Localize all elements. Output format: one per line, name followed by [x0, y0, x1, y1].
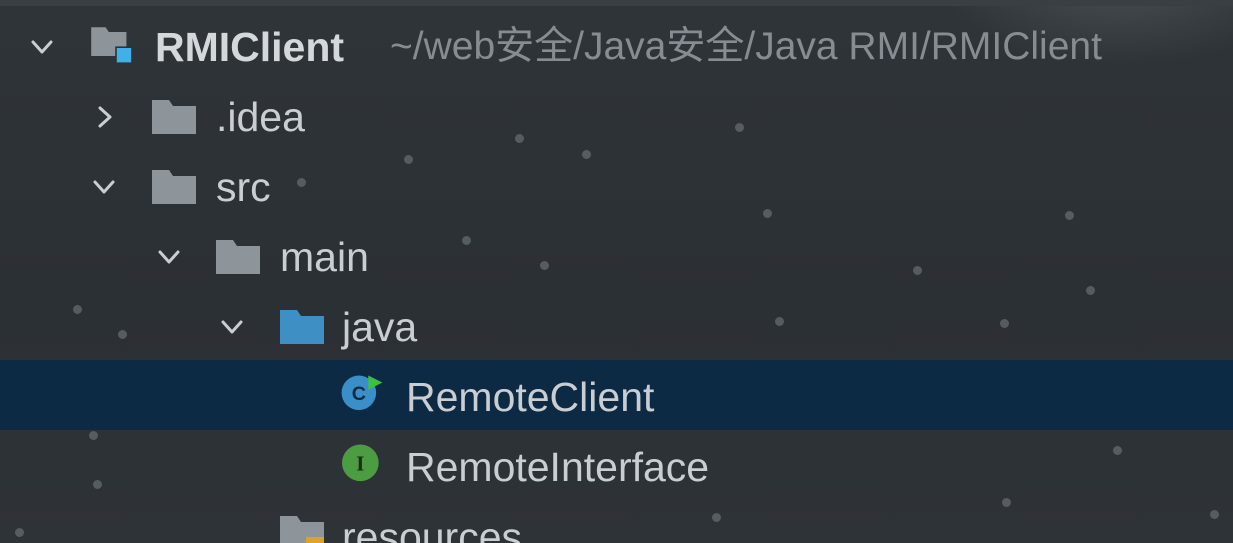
svg-text:C: C — [352, 383, 366, 405]
tree-row-src[interactable]: src — [0, 152, 1233, 222]
class-icon: C — [340, 372, 396, 420]
tree-item-label: RemoteClient — [406, 374, 655, 420]
tree-item-label: main — [280, 234, 369, 280]
svg-text:I: I — [356, 451, 364, 475]
folder-icon — [152, 167, 196, 207]
chevron-down-icon[interactable] — [157, 245, 181, 269]
chevron-right-icon[interactable] — [92, 105, 116, 129]
tree-item-label: .idea — [216, 94, 305, 140]
chevron-down-icon[interactable] — [220, 315, 244, 339]
resources-folder-icon — [280, 513, 324, 543]
tree-row-idea[interactable]: .idea — [0, 82, 1233, 152]
tree-row-resources[interactable]: resources — [0, 500, 1233, 543]
tree-item-label: resources — [342, 514, 523, 543]
module-folder-icon — [90, 24, 142, 74]
interface-icon: I — [340, 442, 392, 490]
tree-item-label: src — [216, 164, 271, 210]
panel-top-border — [0, 0, 1233, 6]
project-name: RMIClient — [155, 24, 345, 70]
tree-row-main[interactable]: main — [0, 222, 1233, 292]
tree-item-label: RemoteInterface — [406, 444, 710, 490]
tree-row-remote-interface[interactable]: I RemoteInterface — [0, 430, 1233, 500]
project-tree-panel: RMIClient ~/web安全/Java安全/Java RMI/RMICli… — [0, 0, 1233, 543]
folder-icon — [216, 237, 260, 277]
tree-row-java[interactable]: java — [0, 292, 1233, 362]
tree-item-label: java — [342, 304, 418, 350]
chevron-down-icon[interactable] — [92, 175, 116, 199]
chevron-down-icon[interactable] — [30, 35, 54, 59]
project-path: ~/web安全/Java安全/Java RMI/RMIClient — [390, 25, 1102, 68]
source-folder-icon — [280, 307, 324, 347]
tree-row-project-root[interactable]: RMIClient ~/web安全/Java安全/Java RMI/RMICli… — [0, 12, 1233, 82]
folder-icon — [152, 97, 196, 137]
tree-row-remote-client[interactable]: C RemoteClient — [0, 360, 1233, 430]
